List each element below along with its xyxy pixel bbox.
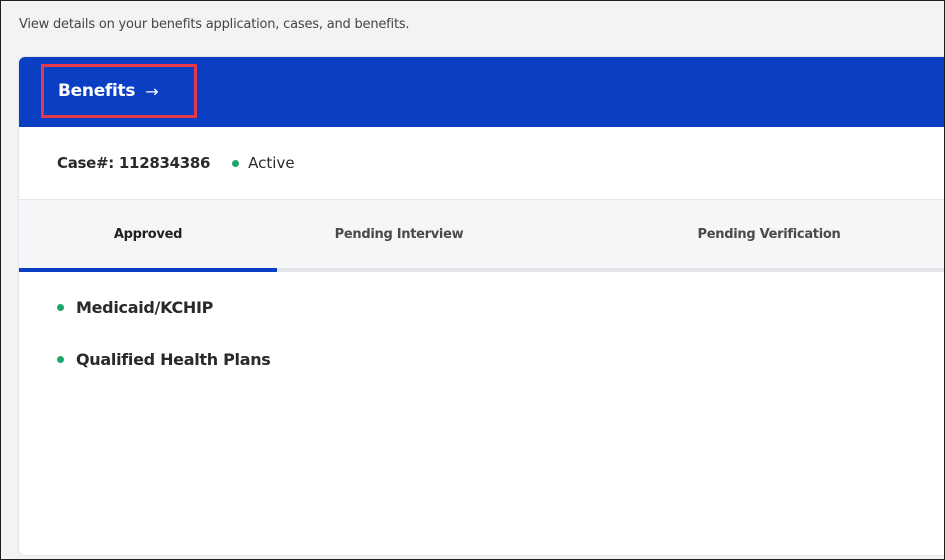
list-item: Medicaid/KCHIP bbox=[57, 295, 271, 319]
benefit-label: Medicaid/KCHIP bbox=[76, 297, 214, 317]
status-dot-icon bbox=[232, 159, 240, 167]
case-status: Active bbox=[232, 154, 295, 172]
benefit-tabs: Approved Pending Interview Pending Verif… bbox=[19, 200, 944, 272]
page-frame: View details on your benefits applicatio… bbox=[0, 0, 945, 560]
case-row: Case#: 112834386 Active bbox=[19, 127, 944, 200]
case-status-label: Active bbox=[248, 154, 295, 172]
benefits-link[interactable]: Benefits → bbox=[41, 64, 197, 118]
benefit-label: Qualified Health Plans bbox=[76, 349, 271, 369]
tab-pending-interview-label: Pending Interview bbox=[334, 226, 464, 242]
arrow-right-icon: → bbox=[145, 81, 159, 101]
list-item: Qualified Health Plans bbox=[57, 347, 271, 371]
page-intro-text: View details on your benefits applicatio… bbox=[19, 17, 410, 32]
tab-pending-verification[interactable]: Pending Verification bbox=[653, 200, 885, 268]
bullet-dot-icon bbox=[57, 303, 64, 311]
tab-approved-label: Approved bbox=[113, 226, 183, 242]
approved-benefits-list: Medicaid/KCHIP Qualified Health Plans bbox=[57, 295, 271, 399]
benefits-card: Benefits → Case#: 112834386 Active Appro… bbox=[19, 57, 944, 555]
card-header: Benefits → bbox=[19, 57, 944, 127]
case-number: Case#: 112834386 bbox=[57, 154, 211, 172]
tab-pending-interview[interactable]: Pending Interview bbox=[277, 200, 521, 268]
active-tab-underline bbox=[19, 268, 277, 272]
tab-approved[interactable]: Approved bbox=[19, 200, 277, 268]
benefits-link-label: Benefits bbox=[58, 81, 136, 101]
tab-pending-verification-label: Pending Verification bbox=[697, 226, 841, 242]
bullet-dot-icon bbox=[57, 355, 64, 363]
